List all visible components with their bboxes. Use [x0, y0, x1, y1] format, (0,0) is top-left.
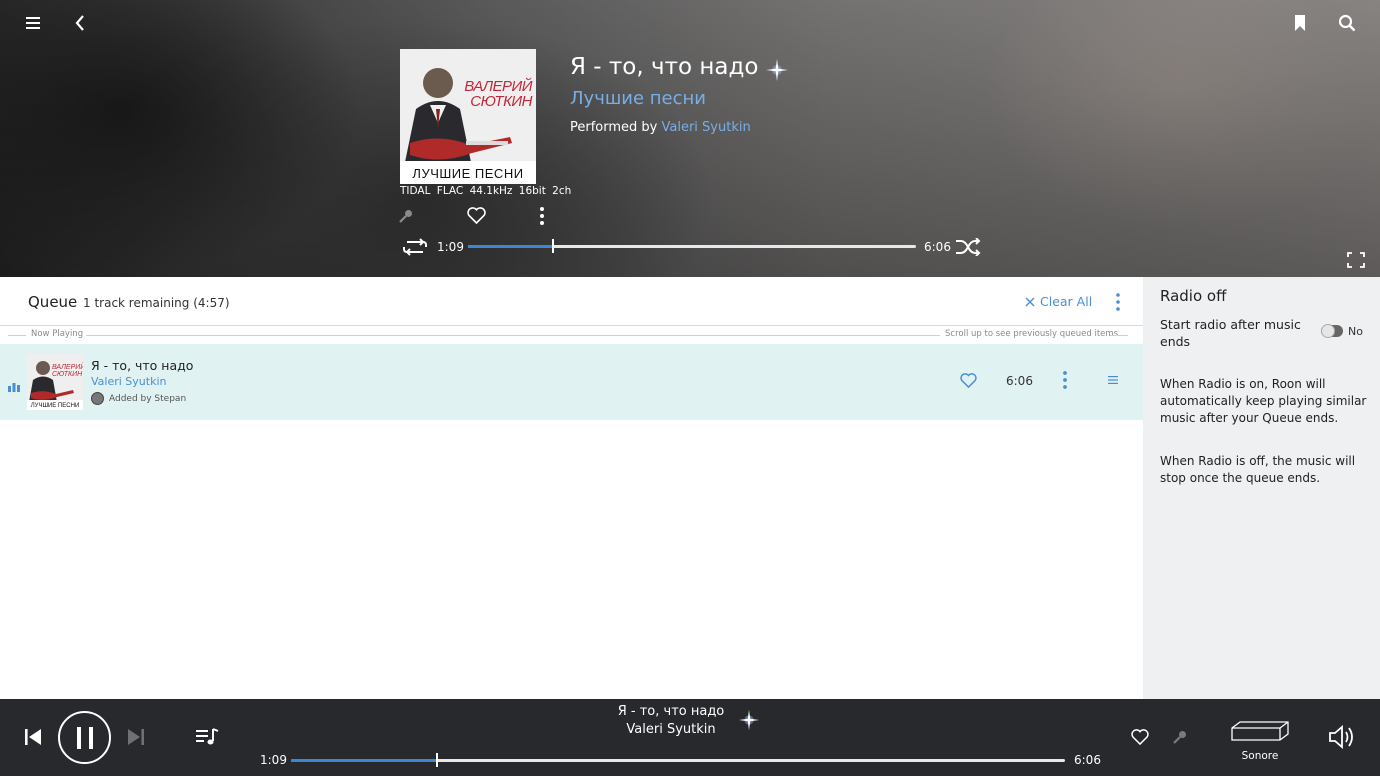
- queue-item-art: [27, 354, 83, 410]
- streamer-device-icon[interactable]: [1230, 719, 1290, 743]
- album-art-photo: [400, 49, 536, 184]
- album-art-artist-text: ВАЛЕРИЙ СЮТКИН: [464, 78, 532, 110]
- mini-seek-bar[interactable]: [291, 753, 1065, 767]
- radio-panel: Radio off Start radio after music ends N…: [1143, 277, 1380, 699]
- queue-item-heart-icon[interactable]: [958, 371, 978, 389]
- repeat-icon[interactable]: [401, 237, 429, 257]
- shuffle-icon[interactable]: [954, 236, 982, 258]
- hero-elapsed-time: 1:09: [437, 240, 464, 254]
- zone-name[interactable]: Sonore: [1232, 750, 1288, 762]
- playing-indicator-icon: [8, 377, 20, 396]
- mini-heart-icon[interactable]: [1130, 728, 1150, 746]
- radio-desc-on: When Radio is on, Roon will automaticall…: [1160, 377, 1367, 425]
- avatar: [91, 392, 104, 405]
- queue-item[interactable]: ВАЛЕРИЙ СЮТКИН ЛУЧШИЕ ПЕСНИ Я - то, что …: [0, 344, 1143, 420]
- radio-start-label: Start radio after music ends: [1160, 317, 1301, 349]
- sparkle-icon[interactable]: [765, 58, 789, 86]
- now-playing-hero: ВАЛЕРИЙ СЮТКИН ЛУЧШИЕ ПЕСНИ Я - то, что …: [0, 0, 1380, 277]
- volume-icon[interactable]: [1327, 724, 1357, 750]
- queue-item-duration: 6:06: [1006, 374, 1033, 388]
- queue-item-title[interactable]: Я - то, что надо: [91, 358, 193, 373]
- mini-microphone-icon[interactable]: [1172, 728, 1188, 746]
- mini-track-title[interactable]: Я - то, что надо: [0, 704, 1342, 719]
- mini-seek-handle[interactable]: [436, 753, 438, 767]
- album-art-title-text: ЛУЧШИЕ ПЕСНИ: [412, 166, 524, 181]
- more-vertical-icon[interactable]: [535, 205, 549, 227]
- queue-item-more-icon[interactable]: [1058, 369, 1072, 391]
- queue-item-artist[interactable]: Valeri Syutkin: [91, 375, 167, 388]
- transport-bar: Я - то, что надо Valeri Syutkin 1:09 6:0…: [0, 699, 1380, 776]
- queue-item-added-by: Added by Stepan: [91, 392, 186, 405]
- queue-title: Queue: [28, 293, 78, 311]
- performed-by: Performed by Valeri Syutkin: [570, 120, 751, 135]
- audio-quality: TIDAL FLAC 44.1kHz 16bit 2ch: [400, 185, 572, 197]
- mini-sparkle-icon[interactable]: [738, 709, 760, 735]
- now-playing-label: Now Playing: [31, 329, 84, 339]
- clear-all-button[interactable]: Clear All: [1025, 294, 1092, 309]
- queue-more-icon[interactable]: [1110, 291, 1126, 313]
- mini-seek-fill: [291, 759, 437, 762]
- back-chevron-icon[interactable]: [71, 13, 89, 33]
- radio-toggle-label: No: [1348, 325, 1363, 338]
- mini-duration: 6:06: [1074, 753, 1101, 767]
- queue-panel: Queue 1 track remaining (4:57) Clear All…: [0, 277, 1143, 699]
- queue-header: Queue 1 track remaining (4:57) Clear All: [0, 277, 1143, 326]
- artist-link[interactable]: Valeri Syutkin: [662, 120, 751, 135]
- now-playing-divider: Now Playing Scroll up to see previously …: [0, 327, 1143, 343]
- radio-toggle-knob: [1321, 324, 1335, 338]
- track-title: Я - то, что надо: [570, 54, 759, 80]
- hero-seek-bar[interactable]: [468, 239, 916, 253]
- radio-toggle[interactable]: [1321, 324, 1343, 338]
- microphone-icon[interactable]: [398, 207, 414, 225]
- search-icon[interactable]: [1337, 13, 1357, 33]
- close-icon: [1025, 297, 1035, 306]
- fullscreen-icon[interactable]: [1345, 250, 1367, 270]
- hamburger-icon[interactable]: [24, 14, 42, 32]
- performed-by-label: Performed by: [570, 120, 658, 135]
- clear-all-label: Clear All: [1040, 294, 1093, 309]
- bookmark-icon[interactable]: [1291, 13, 1309, 33]
- queue-count: 1 track remaining (4:57): [83, 296, 230, 310]
- hero-shade: [0, 0, 1380, 277]
- divider-line-right: [1110, 335, 1128, 336]
- hero-seek-handle[interactable]: [552, 239, 554, 253]
- scroll-hint: Scroll up to see previously queued items: [945, 329, 1119, 339]
- queue-item-art-artist: ВАЛЕРИЙ СЮТКИН: [52, 364, 83, 378]
- divider-line-left: [8, 335, 26, 336]
- drag-handle-icon[interactable]: [1106, 374, 1120, 386]
- hero-duration: 6:06: [924, 240, 951, 254]
- radio-title: Radio off: [1160, 287, 1227, 305]
- album-title-link[interactable]: Лучшие песни: [570, 88, 706, 109]
- album-art[interactable]: ВАЛЕРИЙ СЮТКИН ЛУЧШИЕ ПЕСНИ: [400, 49, 536, 184]
- mini-elapsed-time: 1:09: [260, 753, 287, 767]
- queue-item-art-title: ЛУЧШИЕ ПЕСНИ: [30, 403, 80, 409]
- radio-desc-off: When Radio is off, the music will stop o…: [1160, 454, 1356, 485]
- hero-seek-fill: [468, 245, 553, 248]
- divider-line-middle: [86, 335, 940, 336]
- heart-icon[interactable]: [466, 205, 487, 226]
- queue-item-thumbnail: ВАЛЕРИЙ СЮТКИН ЛУЧШИЕ ПЕСНИ: [27, 354, 83, 410]
- added-by-text: Added by Stepan: [109, 393, 187, 404]
